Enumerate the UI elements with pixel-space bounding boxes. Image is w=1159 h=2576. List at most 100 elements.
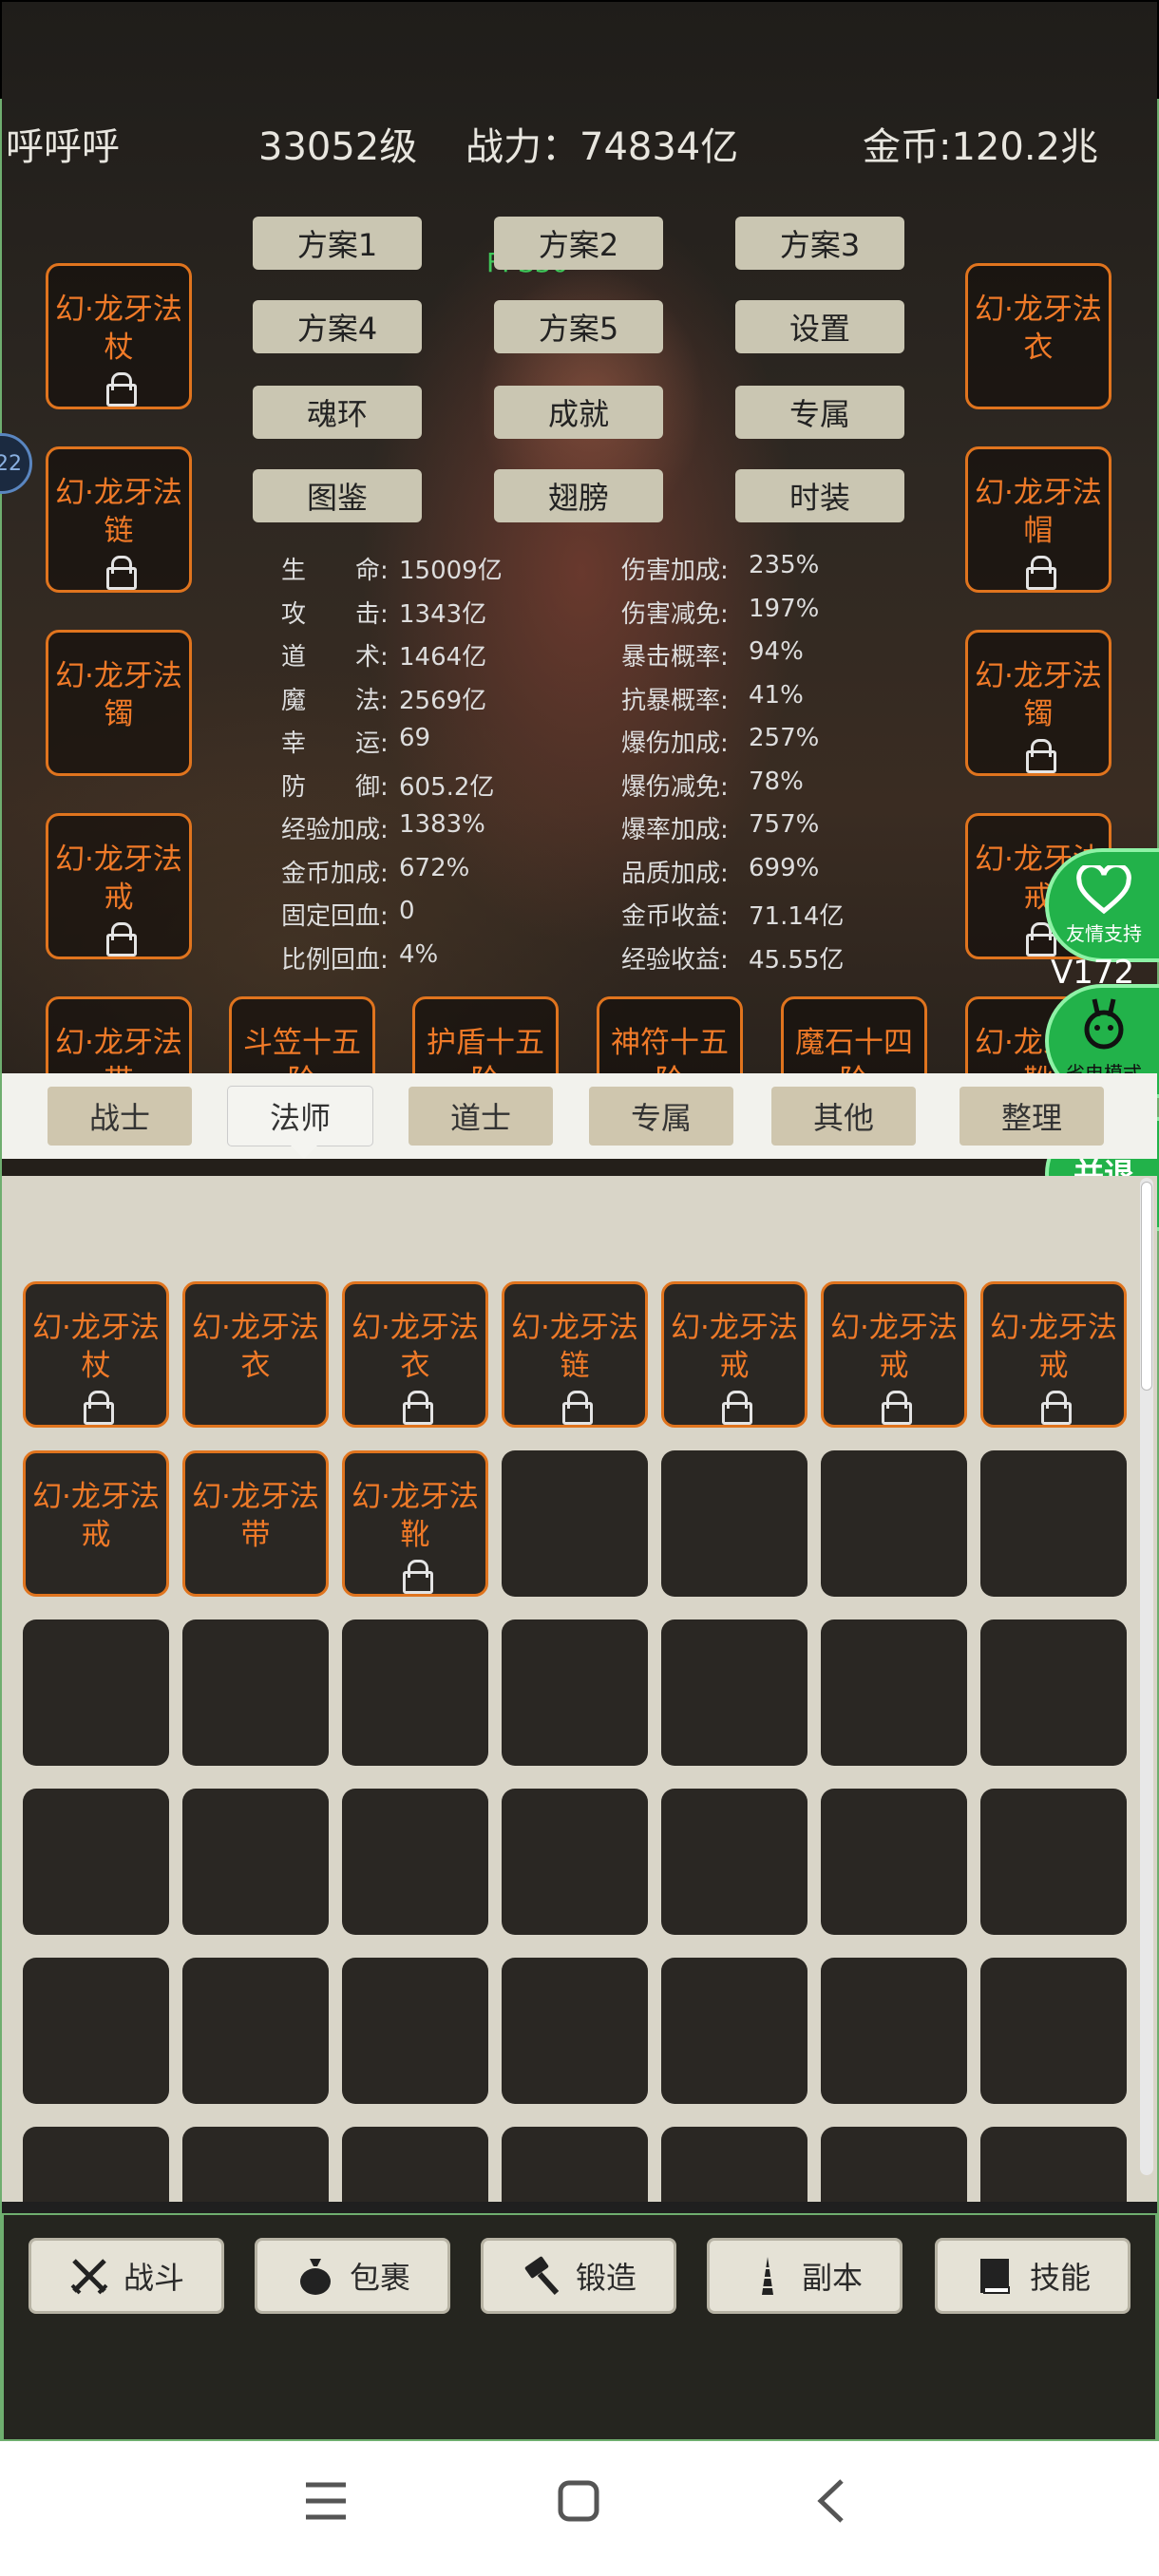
- tab-1[interactable]: 战士: [48, 1087, 192, 1146]
- inventory-slot-empty[interactable]: [980, 1619, 1127, 1766]
- tab-5[interactable]: 其他: [771, 1087, 916, 1146]
- inventory-slot-empty[interactable]: [821, 1958, 967, 2104]
- inventory-item-label: 幻·龙牙法戒: [990, 1311, 1117, 1383]
- plan-button-7[interactable]: 魂环: [253, 386, 422, 439]
- inventory-slot-empty[interactable]: [182, 1619, 329, 1766]
- lock-icon: [1026, 739, 1056, 773]
- left-equip-slot[interactable]: 幻·龙牙法链: [46, 446, 192, 593]
- inventory-item[interactable]: 幻·龙牙法杖: [23, 1281, 169, 1428]
- inventory-slot-empty[interactable]: [182, 1789, 329, 1935]
- inventory-item[interactable]: 幻·龙牙法链: [502, 1281, 648, 1428]
- inventory-item[interactable]: 幻·龙牙法衣: [182, 1281, 329, 1428]
- tab-4[interactable]: 专属: [589, 1087, 733, 1146]
- right-equip-slot[interactable]: 幻·龙牙法衣: [965, 263, 1112, 409]
- inventory-slot-empty[interactable]: [502, 1450, 648, 1597]
- left-equip-slot-label: 幻·龙牙法戒: [55, 843, 182, 915]
- inventory-slot-empty[interactable]: [980, 1958, 1127, 2104]
- stat-label: 魔 法:: [281, 686, 389, 715]
- plan-button-4[interactable]: 方案4: [253, 300, 422, 353]
- tab-2[interactable]: 法师: [228, 1087, 372, 1146]
- hammer-icon: [521, 2255, 562, 2297]
- lock-icon: [403, 1560, 433, 1594]
- inventory-item[interactable]: 幻·龙牙法带: [182, 1450, 329, 1597]
- bag-icon: [294, 2255, 336, 2297]
- stat-label: 伤害减免:: [621, 599, 729, 629]
- inventory-slot-empty[interactable]: [980, 1789, 1127, 1935]
- inventory-slot-empty[interactable]: [23, 1958, 169, 2104]
- back-icon[interactable]: [813, 2477, 847, 2525]
- stat-value: 69: [399, 724, 431, 752]
- left-equip-slot[interactable]: 幻·龙牙法戒: [46, 813, 192, 959]
- system-navigation-bar: [0, 2441, 1159, 2576]
- inventory-slot-empty[interactable]: [502, 1789, 648, 1935]
- lock-icon: [1026, 556, 1056, 590]
- nav-button-5[interactable]: 技能: [935, 2238, 1130, 2314]
- stat-value: 15009亿: [399, 557, 503, 585]
- plan-button-3[interactable]: 方案3: [735, 217, 904, 270]
- stat-value: 699%: [749, 853, 820, 882]
- stat-label: 伤害加成:: [621, 557, 729, 585]
- menu-icon[interactable]: [304, 2479, 348, 2523]
- inventory-slot-empty[interactable]: [342, 1789, 488, 1935]
- inventory-item[interactable]: 幻·龙牙法戒: [23, 1450, 169, 1597]
- inventory-item[interactable]: 幻·龙牙法戒: [980, 1281, 1127, 1428]
- stat-label: 爆伤加成:: [621, 729, 729, 758]
- inventory-slot-empty[interactable]: [342, 1958, 488, 2104]
- book-icon: [975, 2255, 1016, 2297]
- left-equip-slot-label: 幻·龙牙法镯: [55, 659, 182, 731]
- home-icon[interactable]: [557, 2479, 600, 2523]
- inventory-slot-empty[interactable]: [23, 1789, 169, 1935]
- inventory-slot-empty[interactable]: [661, 1958, 808, 2104]
- lock-icon: [106, 556, 137, 590]
- stat-value: 45.55亿: [749, 945, 845, 975]
- nav-button-3[interactable]: 锻造: [481, 2238, 676, 2314]
- plan-button-1[interactable]: 方案1: [253, 217, 422, 270]
- lock-icon: [106, 922, 137, 957]
- plan-button-12[interactable]: 时装: [735, 469, 904, 522]
- inventory-slot-empty[interactable]: [821, 1619, 967, 1766]
- inventory-item[interactable]: 幻·龙牙法戒: [661, 1281, 808, 1428]
- inventory-slot-empty[interactable]: [661, 1619, 808, 1766]
- inventory-slot-empty[interactable]: [342, 1619, 488, 1766]
- inventory-item[interactable]: 幻·龙牙法靴: [342, 1450, 488, 1597]
- left-equip-slot[interactable]: 幻·龙牙法镯: [46, 630, 192, 776]
- stat-label: 爆伤减免:: [621, 772, 729, 802]
- stat-label: 固定回血:: [281, 902, 389, 931]
- inventory-scrollbar-thumb[interactable]: [1141, 1182, 1152, 1391]
- inventory-item[interactable]: 幻·龙牙法衣: [342, 1281, 488, 1428]
- plan-button-10[interactable]: 图鉴: [253, 469, 422, 522]
- nav-label: 技能: [1029, 2260, 1091, 2296]
- stat-label: 暴击概率:: [621, 643, 729, 672]
- inventory-slot-empty[interactable]: [502, 1958, 648, 2104]
- plan-button-9[interactable]: 专属: [735, 386, 904, 439]
- inventory-item[interactable]: 幻·龙牙法戒: [821, 1281, 967, 1428]
- plan-button-2[interactable]: 方案2: [494, 217, 663, 270]
- inventory-slot-empty[interactable]: [23, 1619, 169, 1766]
- tab-3[interactable]: 道士: [408, 1087, 553, 1146]
- right-equip-slot-label: 幻·龙牙法镯: [975, 659, 1102, 731]
- nav-button-1[interactable]: 战斗: [28, 2238, 224, 2314]
- stat-value: 94%: [749, 637, 804, 666]
- nav-button-2[interactable]: 包裹: [255, 2238, 450, 2314]
- stat-value: 672%: [399, 853, 470, 882]
- stat-label: 防 御:: [281, 772, 389, 802]
- inventory-slot-empty[interactable]: [182, 1958, 329, 2104]
- plan-button-8[interactable]: 成就: [494, 386, 663, 439]
- right-equip-slot[interactable]: 幻·龙牙法帽: [965, 446, 1112, 593]
- support-button[interactable]: 友情支持: [1045, 848, 1159, 962]
- left-equip-slot[interactable]: 幻·龙牙法杖: [46, 263, 192, 409]
- inventory-slot-empty[interactable]: [502, 1619, 648, 1766]
- plan-button-5[interactable]: 方案5: [494, 300, 663, 353]
- plan-button-11[interactable]: 翅膀: [494, 469, 663, 522]
- tab-6[interactable]: 整理: [960, 1087, 1104, 1146]
- inventory-slot-empty[interactable]: [980, 1450, 1127, 1597]
- inventory-slot-empty[interactable]: [821, 1789, 967, 1935]
- nav-button-4[interactable]: 副本: [707, 2238, 902, 2314]
- inventory-item-label: 幻·龙牙法链: [511, 1311, 638, 1383]
- inventory-slot-empty[interactable]: [821, 1450, 967, 1597]
- inventory-slot-empty[interactable]: [661, 1450, 808, 1597]
- plan-button-6[interactable]: 设置: [735, 300, 904, 353]
- inventory-slot-empty[interactable]: [661, 1789, 808, 1935]
- side-badge-label: 22: [0, 451, 22, 476]
- right-equip-slot[interactable]: 幻·龙牙法镯: [965, 630, 1112, 776]
